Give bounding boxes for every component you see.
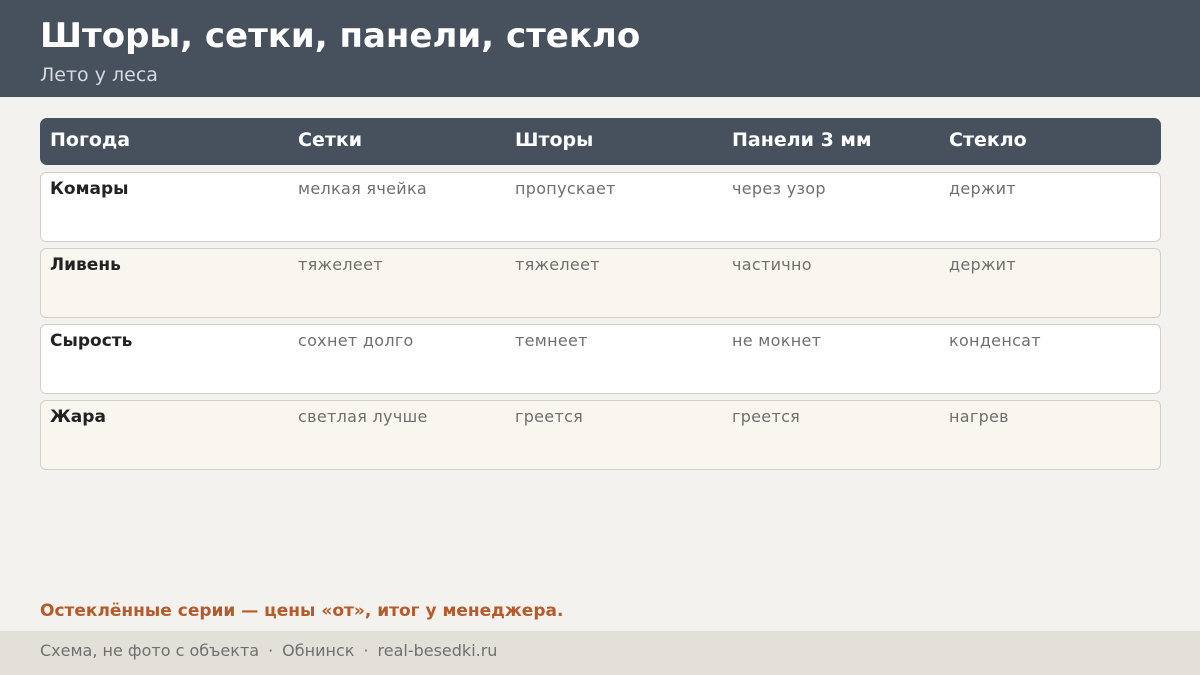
footer-city: Обнинск — [282, 641, 355, 660]
footer-separator: · — [268, 641, 274, 660]
column-header-panels: Панели 3 мм — [732, 129, 872, 151]
column-header-curtains: Шторы — [515, 129, 594, 151]
table-header-row: Погода Сетки Шторы Панели 3 мм Стекло — [40, 118, 1161, 165]
table-row: Жара светлая лучше греется греется нагре… — [40, 400, 1161, 470]
table-cell: частично — [732, 255, 812, 274]
table-cell: темнеет — [515, 331, 588, 350]
column-header-glass: Стекло — [949, 129, 1027, 151]
table-cell: тяжелеет — [515, 255, 600, 274]
table-cell: через узор — [732, 179, 826, 198]
page-title: Шторы, сетки, панели, стекло — [40, 16, 641, 56]
table-row: Комары мелкая ячейка пропускает через уз… — [40, 172, 1161, 242]
footer-separator: · — [363, 641, 369, 660]
column-header-nets: Сетки — [298, 129, 363, 151]
footer-site-link[interactable]: real-besedki.ru — [378, 641, 498, 660]
column-header-weather: Погода — [50, 129, 131, 151]
table-cell: греется — [732, 407, 801, 426]
table-cell: держит — [949, 179, 1016, 198]
row-label: Жара — [50, 407, 106, 427]
pricing-note: Остеклённые серии — цены «от», итог у ме… — [40, 601, 564, 621]
page-subtitle: Лето у леса — [40, 64, 158, 86]
table-cell: светлая лучше — [298, 407, 428, 426]
row-label: Комары — [50, 179, 129, 199]
table-cell: пропускает — [515, 179, 616, 198]
header: Шторы, сетки, панели, стекло Лето у леса — [0, 0, 1200, 97]
table-cell: мелкая ячейка — [298, 179, 428, 198]
table-cell: нагрев — [949, 407, 1009, 426]
table-cell: не мокнет — [732, 331, 822, 350]
table-cell: конденсат — [949, 331, 1041, 350]
table-cell: сохнет долго — [298, 331, 414, 350]
footer: Схема, не фото с объекта · Обнинск · real-be… — [0, 631, 1200, 675]
table-cell: держит — [949, 255, 1016, 274]
row-label: Ливень — [50, 255, 121, 275]
table-cell: греется — [515, 407, 584, 426]
table-cell: тяжелеет — [298, 255, 383, 274]
footer-text: Схема, не фото с объекта · Обнинск · real-be… — [40, 640, 497, 662]
footer-disclaimer: Схема, не фото с объекта — [40, 641, 260, 660]
row-label: Сырость — [50, 331, 133, 351]
table-row: Сырость сохнет долго темнеет не мокнет к… — [40, 324, 1161, 394]
table-row: Ливень тяжелеет тяжелеет частично держит — [40, 248, 1161, 318]
